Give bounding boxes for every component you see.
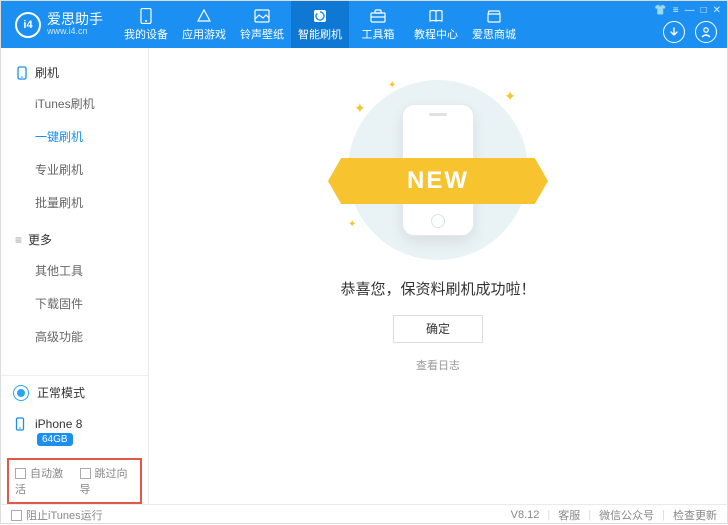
- skip-guide-checkbox[interactable]: 跳过向导: [80, 465, 135, 497]
- section-title: 刷机: [35, 64, 59, 81]
- apps-icon: [195, 8, 213, 24]
- nav-flash[interactable]: 智能刷机: [291, 1, 349, 48]
- toolbox-icon: [369, 8, 387, 24]
- logo-icon: i4: [15, 12, 41, 38]
- app-subdomain: www.i4.cn: [47, 27, 103, 37]
- nav-label: 我的设备: [124, 26, 168, 42]
- wechat-link[interactable]: 微信公众号: [599, 507, 654, 523]
- list-icon: ≡: [15, 233, 22, 247]
- nav-ringtones[interactable]: 铃声壁纸: [233, 1, 291, 48]
- app-title: 爱思助手: [47, 12, 103, 27]
- success-message: 恭喜您，保资料刷机成功啦！: [340, 278, 535, 299]
- nav-label: 爱思商城: [472, 26, 516, 42]
- nav-label: 铃声壁纸: [240, 26, 284, 42]
- app-logo: i4 爱思助手 www.i4.cn: [1, 12, 113, 38]
- device-icon: [15, 66, 29, 80]
- sidebar-item-itunes-flash[interactable]: iTunes刷机: [1, 87, 148, 120]
- minimize-icon[interactable]: —: [685, 5, 695, 16]
- block-itunes-checkbox[interactable]: 阻止iTunes运行: [11, 507, 103, 523]
- sparkle-icon: ✦: [388, 80, 396, 91]
- sparkle-icon: ✦: [348, 219, 356, 230]
- sidebar-item-download-fw[interactable]: 下载固件: [1, 287, 148, 320]
- flash-icon: [311, 8, 329, 24]
- ok-button[interactable]: 确定: [393, 315, 483, 343]
- book-icon: [427, 8, 445, 24]
- close-icon[interactable]: ✕: [713, 5, 721, 16]
- nav-label: 工具箱: [362, 26, 395, 42]
- support-link[interactable]: 客服: [558, 507, 580, 523]
- options-box: 自动激活 跳过向导: [7, 458, 142, 504]
- sidebar: 刷机 iTunes刷机 一键刷机 专业刷机 批量刷机 ≡ 更多 其他工具 下载固…: [1, 48, 149, 504]
- nav-label: 教程中心: [414, 26, 458, 42]
- nav-store[interactable]: 爱思商城: [465, 1, 523, 48]
- sidebar-item-other-tools[interactable]: 其他工具: [1, 254, 148, 287]
- status-bar: 阻止iTunes运行 V8.12 | 客服 | 微信公众号 | 检查更新: [1, 504, 727, 525]
- success-illustration: NEW ✦ ✦ ✦ ✦: [333, 80, 543, 260]
- nav-my-device[interactable]: 我的设备: [117, 1, 175, 48]
- sidebar-item-advanced[interactable]: 高级功能: [1, 320, 148, 353]
- section-title: 更多: [28, 231, 52, 248]
- sidebar-section-more[interactable]: ≡ 更多: [1, 227, 148, 254]
- sidebar-item-batch-flash[interactable]: 批量刷机: [1, 186, 148, 219]
- nav-label: 智能刷机: [298, 26, 342, 42]
- update-link[interactable]: 检查更新: [673, 507, 717, 523]
- device-name: iPhone 8: [35, 417, 82, 431]
- new-ribbon: NEW: [328, 158, 548, 204]
- download-button[interactable]: [663, 21, 685, 43]
- sparkle-icon: ✦: [504, 88, 516, 105]
- user-button[interactable]: [695, 21, 717, 43]
- menu-icon[interactable]: ≡: [673, 5, 679, 16]
- maximize-icon[interactable]: □: [701, 5, 707, 16]
- wallpaper-icon: [253, 8, 271, 24]
- sidebar-item-pro-flash[interactable]: 专业刷机: [1, 153, 148, 186]
- main-panel: NEW ✦ ✦ ✦ ✦ 恭喜您，保资料刷机成功啦！ 确定 查看日志: [149, 48, 727, 504]
- nav-apps[interactable]: 应用游戏: [175, 1, 233, 48]
- version-label: V8.12: [511, 509, 540, 521]
- nav-label: 应用游戏: [182, 26, 226, 42]
- view-log-link[interactable]: 查看日志: [416, 357, 460, 373]
- mode-icon: [13, 385, 29, 401]
- sparkle-icon: ✦: [354, 100, 366, 117]
- auto-activate-checkbox[interactable]: 自动激活: [15, 465, 70, 497]
- store-icon: [485, 8, 503, 24]
- nav-toolbox[interactable]: 工具箱: [349, 1, 407, 48]
- mode-row[interactable]: 正常模式: [1, 376, 148, 409]
- main-nav: 我的设备 应用游戏 铃声壁纸 智能刷机 工具箱 教程中心 爱思商城: [117, 1, 523, 48]
- window-controls: 👕 ≡ — □ ✕: [654, 5, 721, 16]
- skin-icon[interactable]: 👕: [654, 5, 666, 16]
- nav-tutorials[interactable]: 教程中心: [407, 1, 465, 48]
- storage-badge: 64GB: [37, 433, 73, 446]
- sidebar-section-flash[interactable]: 刷机: [1, 60, 148, 87]
- device-row[interactable]: iPhone 8 64GB: [1, 409, 148, 454]
- sidebar-item-oneclick-flash[interactable]: 一键刷机: [1, 120, 148, 153]
- phone-icon: [137, 8, 155, 24]
- apple-phone-icon: [13, 417, 27, 431]
- mode-label: 正常模式: [37, 384, 85, 401]
